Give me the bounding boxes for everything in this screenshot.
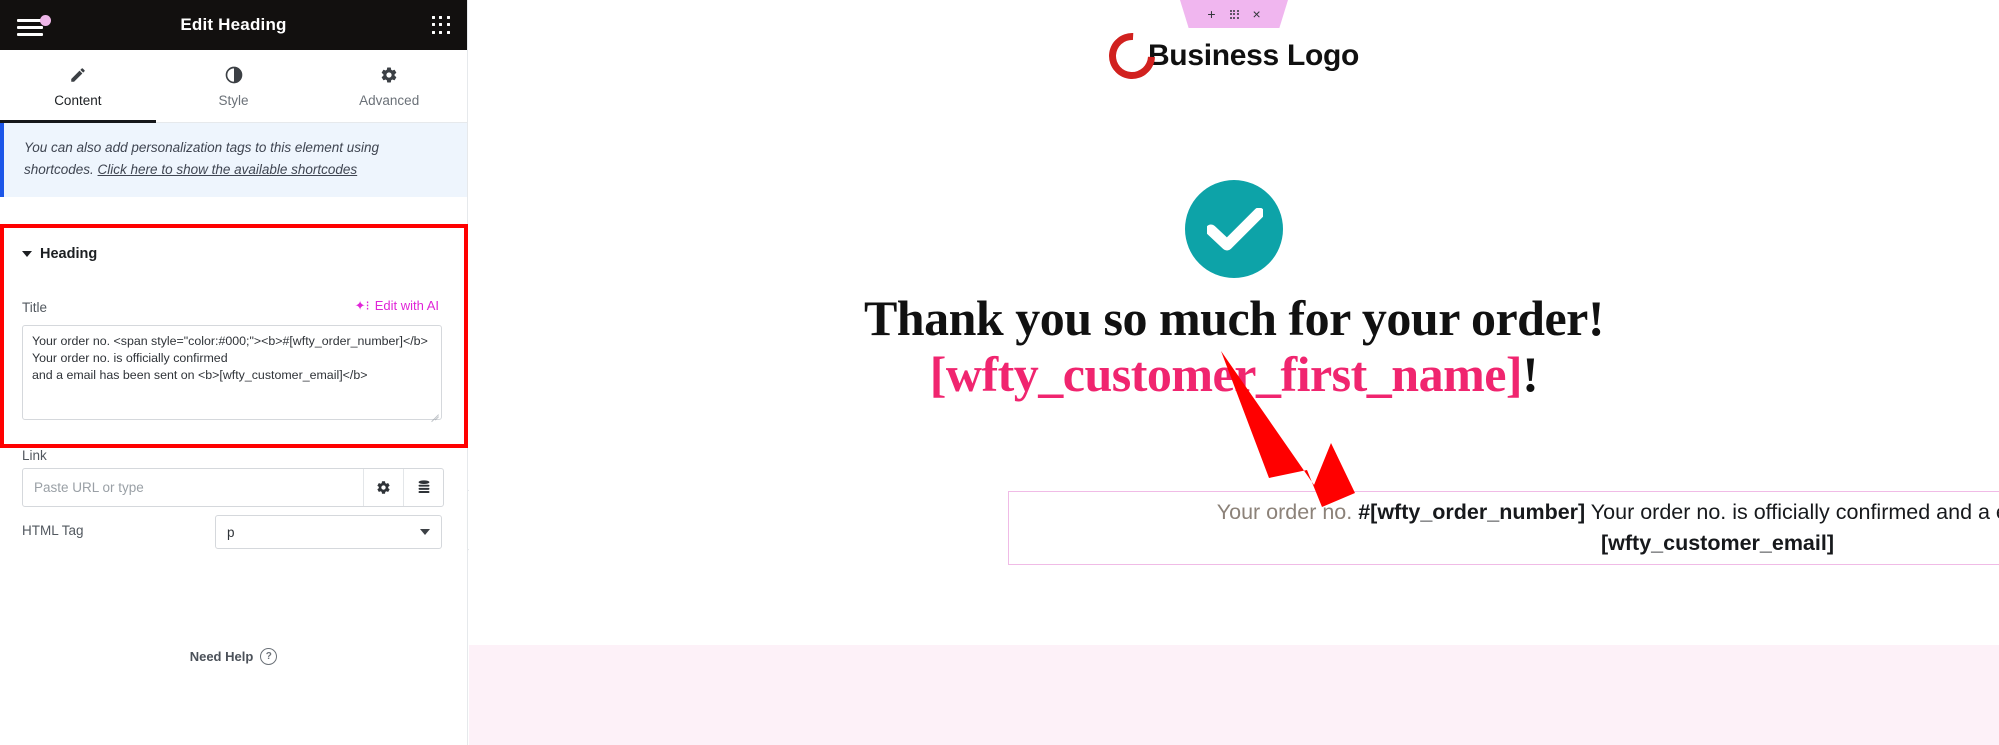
c-arc-logo-icon xyxy=(1099,23,1165,89)
need-help-button[interactable]: Need Help ? xyxy=(0,648,467,665)
tab-advanced-label: Advanced xyxy=(359,92,420,108)
hamburger-menu-icon[interactable] xyxy=(13,13,51,39)
drag-handle-icon[interactable] xyxy=(1229,9,1239,19)
tab-style-label: Style xyxy=(218,92,249,108)
success-icon-wrapper xyxy=(469,180,1999,278)
contrast-circle-icon xyxy=(225,65,243,85)
gear-icon xyxy=(380,65,398,85)
need-help-label: Need Help xyxy=(189,649,254,664)
html-tag-value: p xyxy=(227,524,235,540)
question-circle-icon: ? xyxy=(260,648,278,665)
order-confirmation-text: Your order no. #[wfty_order_number] Your… xyxy=(1193,497,1999,558)
panel-tabs: Content Style Advanced xyxy=(0,50,467,123)
sparkle-icon: ✦⁝ xyxy=(354,298,370,313)
footer-band xyxy=(469,645,1999,745)
personalization-notice: You can also add personalization tags to… xyxy=(0,123,467,197)
widget-floating-toolbar: + × xyxy=(1180,0,1288,28)
order-body-text: Your order no. is officially confirmed a… xyxy=(1590,500,1999,525)
tab-advanced[interactable]: Advanced xyxy=(311,50,467,122)
pencil-icon xyxy=(69,65,87,85)
headline-line-1: Thank you so much for your order! xyxy=(863,290,1605,346)
chevron-down-icon xyxy=(420,529,430,535)
title-field-label: Title xyxy=(22,300,48,315)
widgets-grid-icon[interactable] xyxy=(432,16,452,36)
shortcodes-link[interactable]: Click here to show the available shortco… xyxy=(98,162,358,177)
title-textarea[interactable] xyxy=(22,325,442,420)
check-circle-icon xyxy=(1185,180,1283,278)
tab-content[interactable]: Content xyxy=(0,50,156,123)
panel-title: Edit Heading xyxy=(180,15,287,34)
heading-section-label: Heading xyxy=(40,246,98,262)
order-number-shortcode: #[wfty_order_number] xyxy=(1358,500,1586,525)
chevron-down-icon xyxy=(22,251,32,257)
html-tag-select[interactable]: p xyxy=(215,515,442,549)
headline-line-2: [wfty_customer_first_name]! xyxy=(469,346,1999,402)
close-widget-icon[interactable]: × xyxy=(1253,7,1261,21)
dynamic-tags-database-icon[interactable] xyxy=(403,469,443,506)
logo-text: Business Logo xyxy=(1147,39,1360,72)
link-field-row xyxy=(22,468,444,507)
html-tag-label: HTML Tag xyxy=(22,523,84,538)
edit-with-ai-label: Edit with AI xyxy=(374,298,439,313)
elementor-editor-screen: Edit Heading Content Style Advanced You … xyxy=(0,0,1999,745)
thank-you-heading: Thank you so much for your order! [wfty_… xyxy=(469,290,1999,402)
link-field-label: Link xyxy=(22,448,47,463)
editor-panel: Edit Heading Content Style Advanced You … xyxy=(0,0,468,745)
preview-canvas: + × Business Logo Thank you so much for … xyxy=(469,0,1999,745)
site-logo: Business Logo xyxy=(469,23,1999,89)
headline-exclamation: ! xyxy=(1522,346,1539,402)
tab-style[interactable]: Style xyxy=(156,50,312,122)
customer-email-shortcode: [wfty_customer_email] xyxy=(1601,531,1834,555)
title-textarea-wrapper xyxy=(22,325,442,420)
notification-dot-icon xyxy=(40,15,51,26)
link-input[interactable] xyxy=(23,469,363,506)
panel-header: Edit Heading xyxy=(0,0,467,50)
link-options-gear-icon[interactable] xyxy=(363,469,403,506)
tab-content-label: Content xyxy=(54,92,102,108)
order-confirmation-box[interactable]: Your order no. #[wfty_order_number] Your… xyxy=(1008,491,1999,565)
add-widget-icon[interactable]: + xyxy=(1207,7,1215,21)
edit-with-ai-button[interactable]: ✦⁝ Edit with AI xyxy=(355,298,439,313)
order-prefix-text: Your order no. xyxy=(1216,500,1359,525)
first-name-shortcode: [wfty_customer_first_name] xyxy=(929,346,1523,402)
heading-section-toggle[interactable]: Heading xyxy=(22,246,97,262)
